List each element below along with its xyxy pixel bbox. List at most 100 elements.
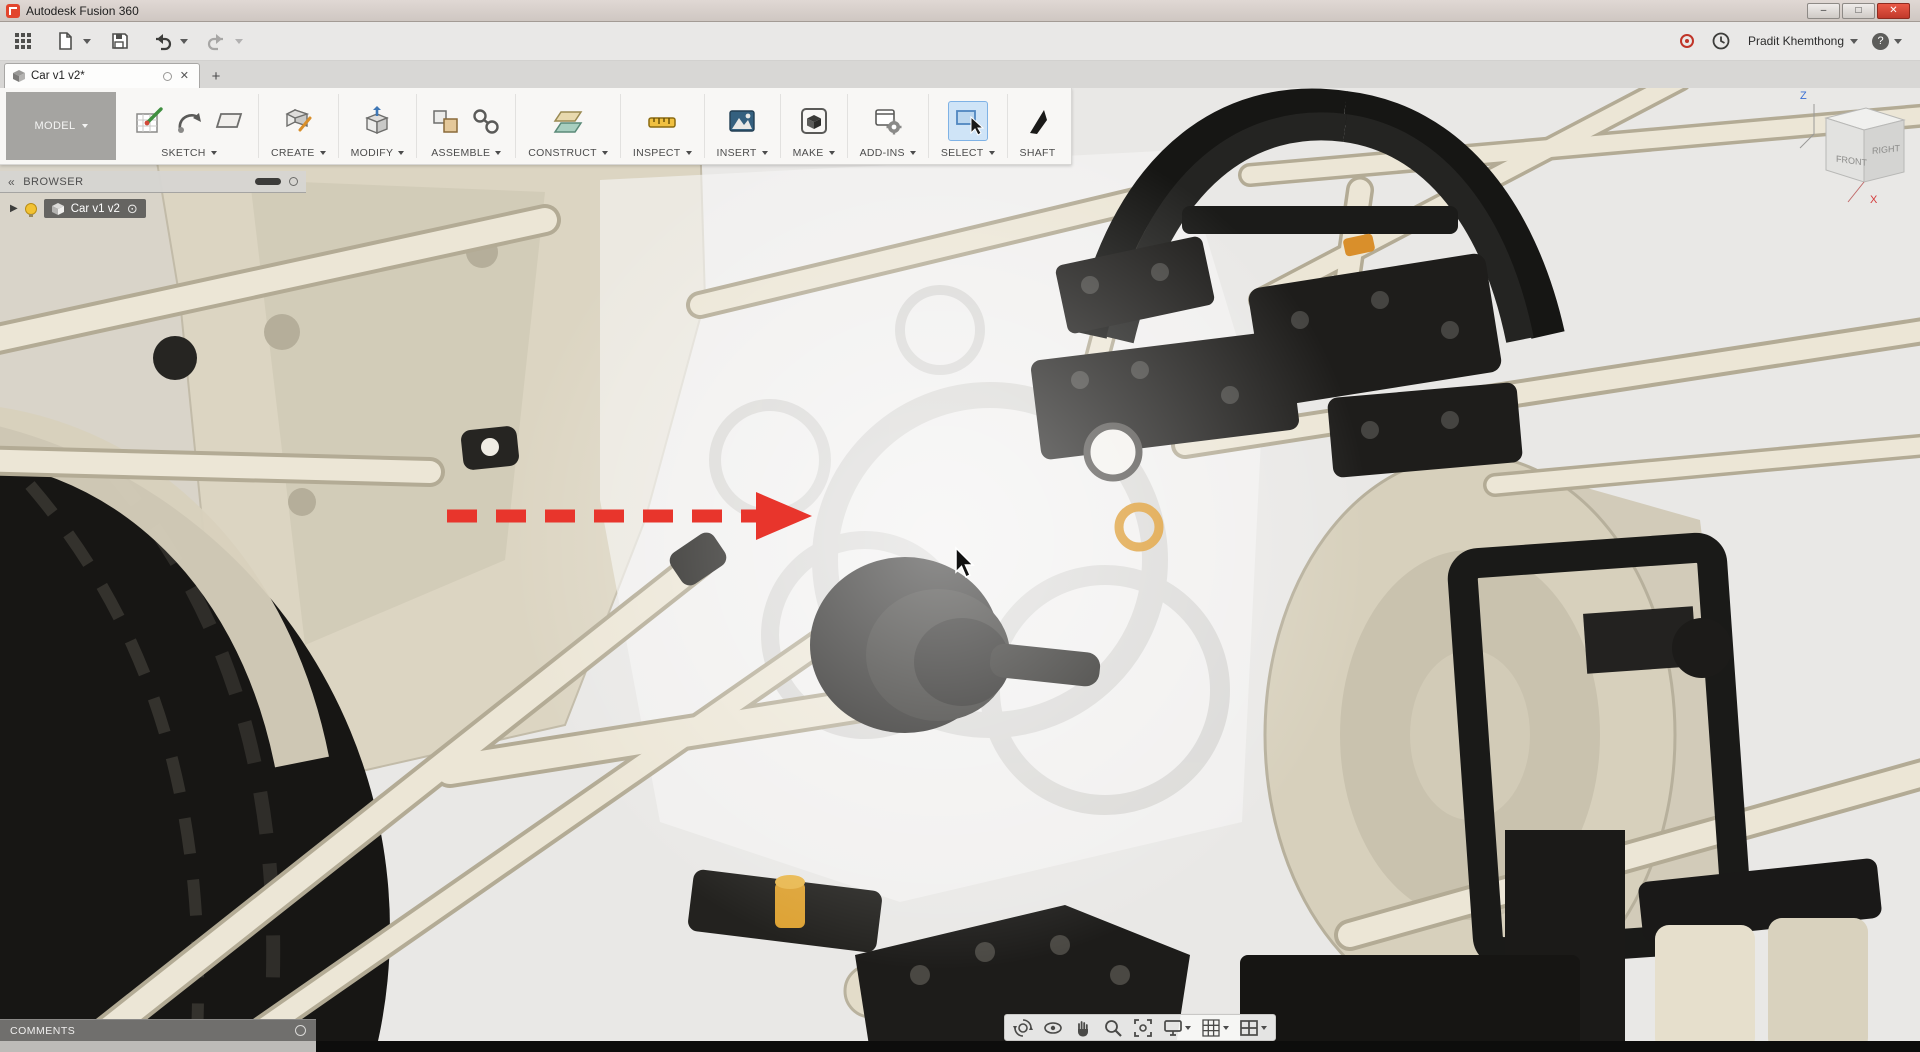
select-icon[interactable] [948,101,988,141]
ribbon-group-label[interactable]: CONSTRUCT [528,147,608,159]
ribbon-group-sketch: SKETCH [122,88,256,164]
new-component-icon[interactable] [429,104,463,138]
expand-arrow-icon[interactable]: ▶ [10,203,18,214]
workspace-caret-icon [82,124,88,128]
ribbon-group-label[interactable]: SKETCH [161,147,216,159]
shaft-icon[interactable] [1020,104,1054,138]
browser-tree-item[interactable]: ▶ Car v1 v2 ⊙ [10,199,146,218]
viewcube-axis-z: Z [1800,90,1807,102]
quick-access-toolbar: Pradit Khemthong ? [0,22,1920,61]
ribbon-toolbar: MODEL SKETCH [0,88,1072,165]
dropdown-caret-icon [910,151,916,155]
browser-title: BROWSER [23,176,83,188]
viewports-icon[interactable] [1239,1018,1267,1038]
ribbon-group-insert: INSERT [707,88,778,164]
zoom-icon[interactable] [1103,1018,1123,1038]
browser-panel-header: « BROWSER [0,171,306,193]
window-title: Autodesk Fusion 360 [26,4,139,18]
browser-collapse-icon[interactable]: « [8,175,15,189]
display-settings-caret-icon [1185,1026,1191,1030]
navigation-bar [1004,1014,1276,1041]
ribbon-group-select: SELECT [931,88,1005,164]
dropdown-caret-icon [495,151,501,155]
project-geometry-icon[interactable] [172,104,206,138]
user-menu[interactable]: Pradit Khemthong [1748,34,1858,48]
save-icon[interactable] [107,28,133,54]
ribbon-group-modify: MODIFY [341,88,415,164]
document-tab-label: Car v1 v2* [31,70,85,82]
ribbon-group-label[interactable]: SHAFT [1020,147,1056,159]
comments-panel[interactable]: COMMENTS [0,1019,316,1041]
sketch-plane-icon[interactable] [212,104,246,138]
ribbon-group-label[interactable]: INSPECT [633,147,692,159]
joint-icon[interactable] [469,104,503,138]
press-pull-icon[interactable] [360,104,394,138]
ribbon-group-make: MAKE [783,88,845,164]
display-settings-icon[interactable] [1163,1018,1191,1038]
browser-resize-handle[interactable] [255,178,281,185]
viewcube[interactable]: FRONT RIGHT Z X [1796,90,1920,210]
dropdown-caret-icon [211,151,217,155]
minimize-button[interactable]: – [1807,3,1840,19]
component-visibility-icon[interactable]: ⊙ [127,202,138,215]
dropdown-caret-icon [762,151,768,155]
redo-caret-icon[interactable] [235,39,243,44]
new-tab-button[interactable]: + [206,66,226,86]
visibility-bulb-icon[interactable] [25,203,37,215]
file-menu-caret-icon[interactable] [83,39,91,44]
pan-icon[interactable] [1073,1018,1093,1038]
ribbon-group-create: CREATE [261,88,336,164]
ribbon-group-label[interactable]: INSERT [717,147,768,159]
tab-close-icon[interactable]: ✕ [178,71,191,82]
job-status-icon[interactable] [1680,34,1694,48]
create-sketch-icon[interactable] [132,104,166,138]
ribbon-group-addins: ADD-INS [850,88,926,164]
scripts-addins-icon[interactable] [871,104,905,138]
document-cube-icon [13,70,25,82]
notifications-clock-icon[interactable] [1708,28,1734,54]
comments-expand-icon[interactable] [295,1025,306,1036]
browser-options-icon[interactable] [289,177,298,186]
workspace-selector[interactable]: MODEL [6,92,116,160]
fusion-logo-icon [6,4,20,18]
viewcube-axis-x: X [1870,194,1877,206]
grid-settings-caret-icon [1223,1026,1229,1030]
dropdown-caret-icon [320,151,326,155]
ribbon-group-label[interactable]: ASSEMBLE [431,147,501,159]
look-at-icon[interactable] [1043,1018,1063,1038]
dropdown-caret-icon [686,151,692,155]
undo-caret-icon[interactable] [180,39,188,44]
measure-icon[interactable] [645,104,679,138]
file-menu-icon[interactable] [52,28,78,54]
dropdown-caret-icon [989,151,995,155]
ribbon-group-label[interactable]: ADD-INS [860,147,916,159]
grid-settings-icon[interactable] [1201,1018,1229,1038]
user-menu-caret-icon [1850,39,1858,44]
component-label: Car v1 v2 [71,203,120,215]
document-tab[interactable]: Car v1 v2* ✕ [4,63,200,88]
fusion360-window: Autodesk Fusion 360 – □ ✕ [0,0,1920,1052]
make-3dprint-icon[interactable] [797,104,831,138]
maximize-button[interactable]: □ [1842,3,1875,19]
ribbon-group-inspect: INSPECT [623,88,702,164]
close-button[interactable]: ✕ [1877,3,1910,19]
fit-icon[interactable] [1133,1018,1153,1038]
user-name: Pradit Khemthong [1748,34,1844,48]
title-bar: Autodesk Fusion 360 – □ ✕ [0,0,1920,22]
viewcube-graphic: FRONT RIGHT [1796,90,1920,210]
insert-image-icon[interactable] [725,104,759,138]
help-icon[interactable]: ? [1872,33,1889,50]
apps-grid-icon[interactable] [10,28,36,54]
help-caret-icon[interactable] [1894,39,1902,44]
ribbon-group-label[interactable]: SELECT [941,147,995,159]
construction-plane-icon[interactable] [551,104,585,138]
ribbon-group-label[interactable]: CREATE [271,147,326,159]
timeline-strip [316,1041,1920,1052]
orbit-icon[interactable] [1013,1018,1033,1038]
redo-icon[interactable] [204,28,230,54]
dropdown-caret-icon [602,151,608,155]
ribbon-group-label[interactable]: MODIFY [351,147,405,159]
ribbon-group-label[interactable]: MAKE [793,147,835,159]
create-solid-icon[interactable] [281,104,315,138]
undo-icon[interactable] [149,28,175,54]
